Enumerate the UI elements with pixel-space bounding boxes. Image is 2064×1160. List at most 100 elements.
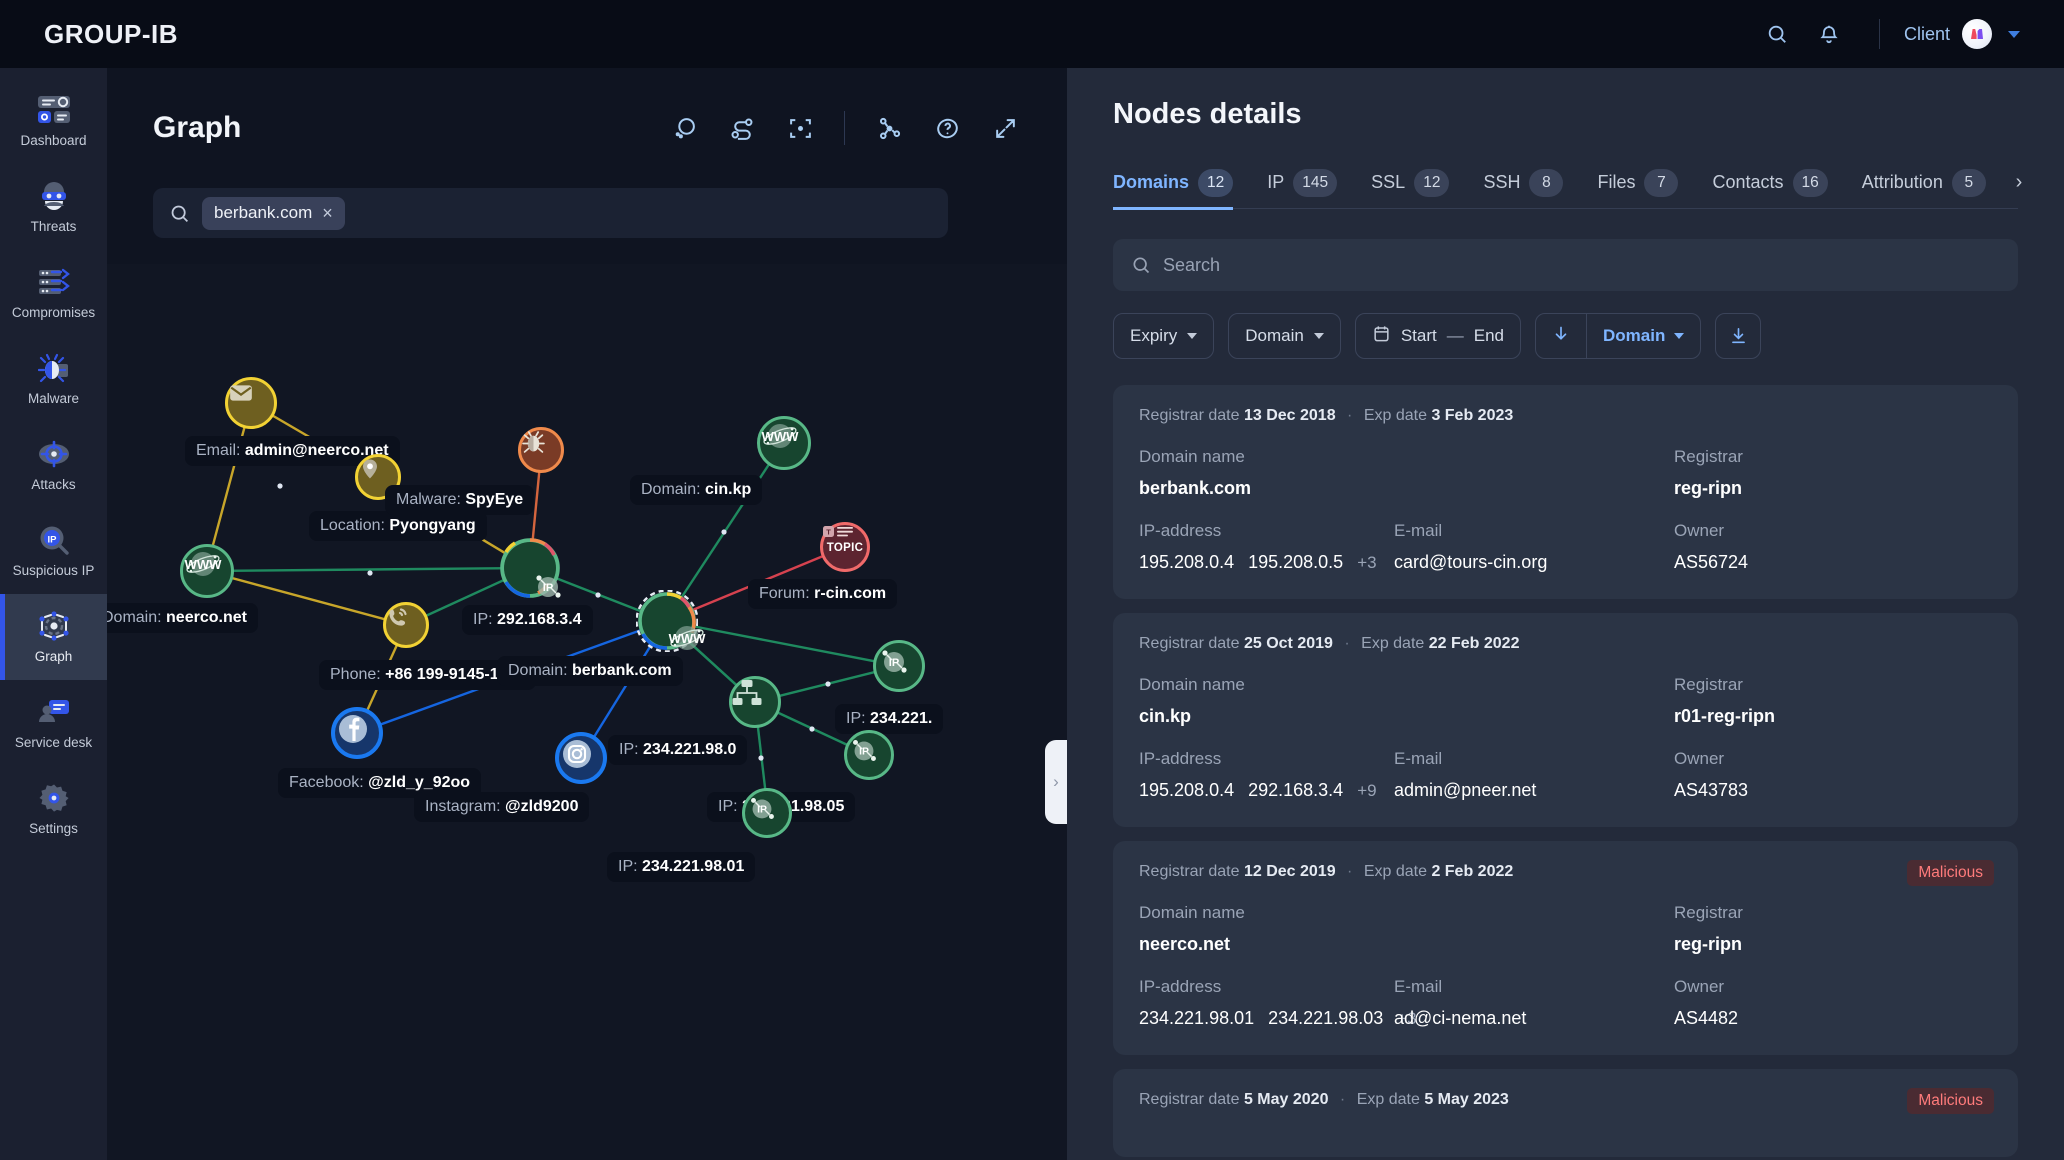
tab-files[interactable]: Files 7 <box>1597 157 1696 209</box>
download-icon[interactable] <box>1715 313 1762 359</box>
domain-result-card[interactable]: Registrar date 5 May 2020 · Exp date 5 M… <box>1113 1069 2018 1157</box>
sidebar-item-label: Service desk <box>14 735 93 750</box>
tab-ssl[interactable]: SSL 12 <box>1371 157 1467 209</box>
graph-node-malware[interactable] <box>518 427 564 473</box>
registrar-value: reg-ripn <box>1674 934 1743 954</box>
expiry-filter-label: Expiry <box>1130 326 1178 345</box>
path-icon[interactable] <box>720 106 764 150</box>
ip-address-field: IP-address 195.208.0.4 195.208.0.5 +3 <box>1139 521 1394 573</box>
date-range-filter[interactable]: Start — End <box>1354 313 1521 359</box>
graph-node-ip-9805[interactable]: IP <box>844 730 894 780</box>
settings-gear-icon <box>38 782 69 814</box>
question-help-icon[interactable] <box>925 106 969 150</box>
sidebar-item-suspicious-ip[interactable]: IP Suspicious IP <box>0 508 107 594</box>
domain-name-label: Domain name <box>1139 675 1245 694</box>
malware-bug-icon <box>37 352 70 384</box>
graph-node-email[interactable] <box>225 377 277 429</box>
graph-node-ip-9801[interactable]: IP <box>742 788 792 838</box>
domain-filter-label: Domain <box>1245 326 1304 345</box>
graph-node-phone[interactable] <box>383 602 429 648</box>
card-dates: Registrar date 12 Dec 2019 · Exp date 2 … <box>1139 863 1992 881</box>
date-separator: · <box>1344 635 1350 652</box>
sort-direction-button[interactable] <box>1536 314 1586 358</box>
sidebar-item-label: Dashboard <box>20 133 87 148</box>
tab-label: IP <box>1267 172 1285 192</box>
owner-field: Owner AS43783 <box>1674 749 1748 801</box>
sidebar-item-threats[interactable]: Threats <box>0 164 107 250</box>
details-search-input[interactable]: Search <box>1113 239 2018 291</box>
calendar-icon <box>1372 324 1391 348</box>
sidebar-item-settings[interactable]: Settings <box>0 766 107 852</box>
close-icon[interactable]: × <box>322 204 333 222</box>
ip-value: 292.168.3.4 <box>1248 780 1344 800</box>
ip-more-count[interactable]: +9 <box>1357 781 1376 801</box>
search-icon[interactable] <box>1751 8 1803 60</box>
focus-frame-icon[interactable] <box>778 106 822 150</box>
chevron-down-icon <box>1187 333 1198 339</box>
domain-name-field: Domain name neerco.net <box>1139 903 1394 955</box>
graph-node-ip-234221[interactable]: IP <box>873 640 925 692</box>
tab-attribution[interactable]: Attribution 5 <box>1862 157 2004 209</box>
tab-domains[interactable]: Domains 12 <box>1113 157 1251 210</box>
expand-arrows-icon[interactable] <box>983 106 1027 150</box>
exp-date-label: Exp date <box>1363 863 1427 880</box>
sidebar-item-graph[interactable]: Graph <box>0 594 107 680</box>
account-menu-chevron-down-icon[interactable] <box>2008 30 2020 38</box>
tabs-scroll-next-chevron-icon[interactable]: › <box>2004 167 2034 197</box>
avatar[interactable] <box>1962 19 1992 49</box>
scissors-network-icon[interactable] <box>867 106 911 150</box>
graph-node-ip-292[interactable]: IP <box>500 538 561 598</box>
domain-result-card[interactable]: Registrar date 13 Dec 2018 · Exp date 3 … <box>1113 385 2018 599</box>
tab-ip[interactable]: IP 145 <box>1267 157 1355 209</box>
domain-result-card[interactable]: Registrar date 12 Dec 2019 · Exp date 2 … <box>1113 841 2018 1055</box>
registrar-value: reg-ripn <box>1674 478 1743 498</box>
ip-more-count[interactable]: +3 <box>1357 553 1376 573</box>
tab-count-badge: 12 <box>1414 168 1450 197</box>
graph-node-subnet[interactable] <box>729 676 781 728</box>
domain-result-card[interactable]: Registrar date 25 Oct 2019 · Exp date 22… <box>1113 613 2018 827</box>
registrar-field: Registrar reg-ripn <box>1674 447 1743 499</box>
registrar-date-label: Registrar date <box>1139 635 1240 652</box>
search-icon <box>1131 255 1151 275</box>
date-separator: · <box>1347 863 1353 880</box>
email-label: E-mail <box>1394 521 1443 540</box>
owner-value: AS43783 <box>1674 780 1749 800</box>
graph-search-input[interactable]: berbank.com × <box>153 188 948 238</box>
svg-text:IP: IP <box>859 747 869 758</box>
ip-address-label: IP-address <box>1139 749 1222 768</box>
sidebar-item-dashboard[interactable]: Dashboard <box>0 78 107 164</box>
date-separator: · <box>1347 407 1353 424</box>
spacer-col <box>1394 447 1674 499</box>
tab-ssh[interactable]: SSH 8 <box>1483 157 1581 209</box>
date-separator: · <box>1339 1091 1346 1108</box>
sidebar-item-attacks[interactable]: Attacks <box>0 422 107 508</box>
topbar-divider <box>1878 19 1880 49</box>
sidebar-item-compromises[interactable]: Compromises <box>0 250 107 336</box>
panel-title: Nodes details <box>1113 98 1302 130</box>
graph-node-domain-neerco[interactable]: WWW <box>180 544 234 598</box>
panel-collapse-handle[interactable]: › <box>1045 740 1067 824</box>
sidebar-item-service-desk[interactable]: Service desk <box>0 680 107 766</box>
graph-node-facebook[interactable] <box>331 707 383 759</box>
graph-node-domain-berbank-selected[interactable]: WWW <box>636 590 706 652</box>
topbar-actions: Client <box>1751 8 2064 60</box>
graph-node-forum[interactable]: T TOPIC <box>820 522 870 572</box>
sidebar-item-malware[interactable]: Malware <box>0 336 107 422</box>
domain-filter-button[interactable]: Domain <box>1228 313 1341 359</box>
card-row-network: IP-address 234.221.98.01 234.221.98.03 +… <box>1139 977 1992 1029</box>
ip-value: 195.208.0.4 <box>1139 780 1235 800</box>
top-bar: GROUP-IB Client <box>0 0 2064 68</box>
notifications-bell-icon[interactable] <box>1803 8 1855 60</box>
graph-node-domain-cin[interactable]: WWW <box>757 416 811 470</box>
sort-field-button[interactable]: Domain <box>1585 314 1700 358</box>
graph-node-location[interactable] <box>355 454 401 500</box>
graph-node-instagram[interactable] <box>555 732 607 784</box>
tab-contacts[interactable]: Contacts 16 <box>1712 157 1845 209</box>
client-label: Client <box>1903 23 1950 44</box>
expiry-filter-button[interactable]: Expiry <box>1113 313 1215 359</box>
sidebar-item-label: Malware <box>27 391 79 406</box>
search-chip[interactable]: berbank.com × <box>202 196 345 230</box>
search-chip-label: berbank.com <box>214 203 313 222</box>
lasso-icon[interactable] <box>662 106 706 150</box>
graph-canvas[interactable]: Email: admin@neerco.net Location: Pyongy… <box>107 264 1067 1160</box>
